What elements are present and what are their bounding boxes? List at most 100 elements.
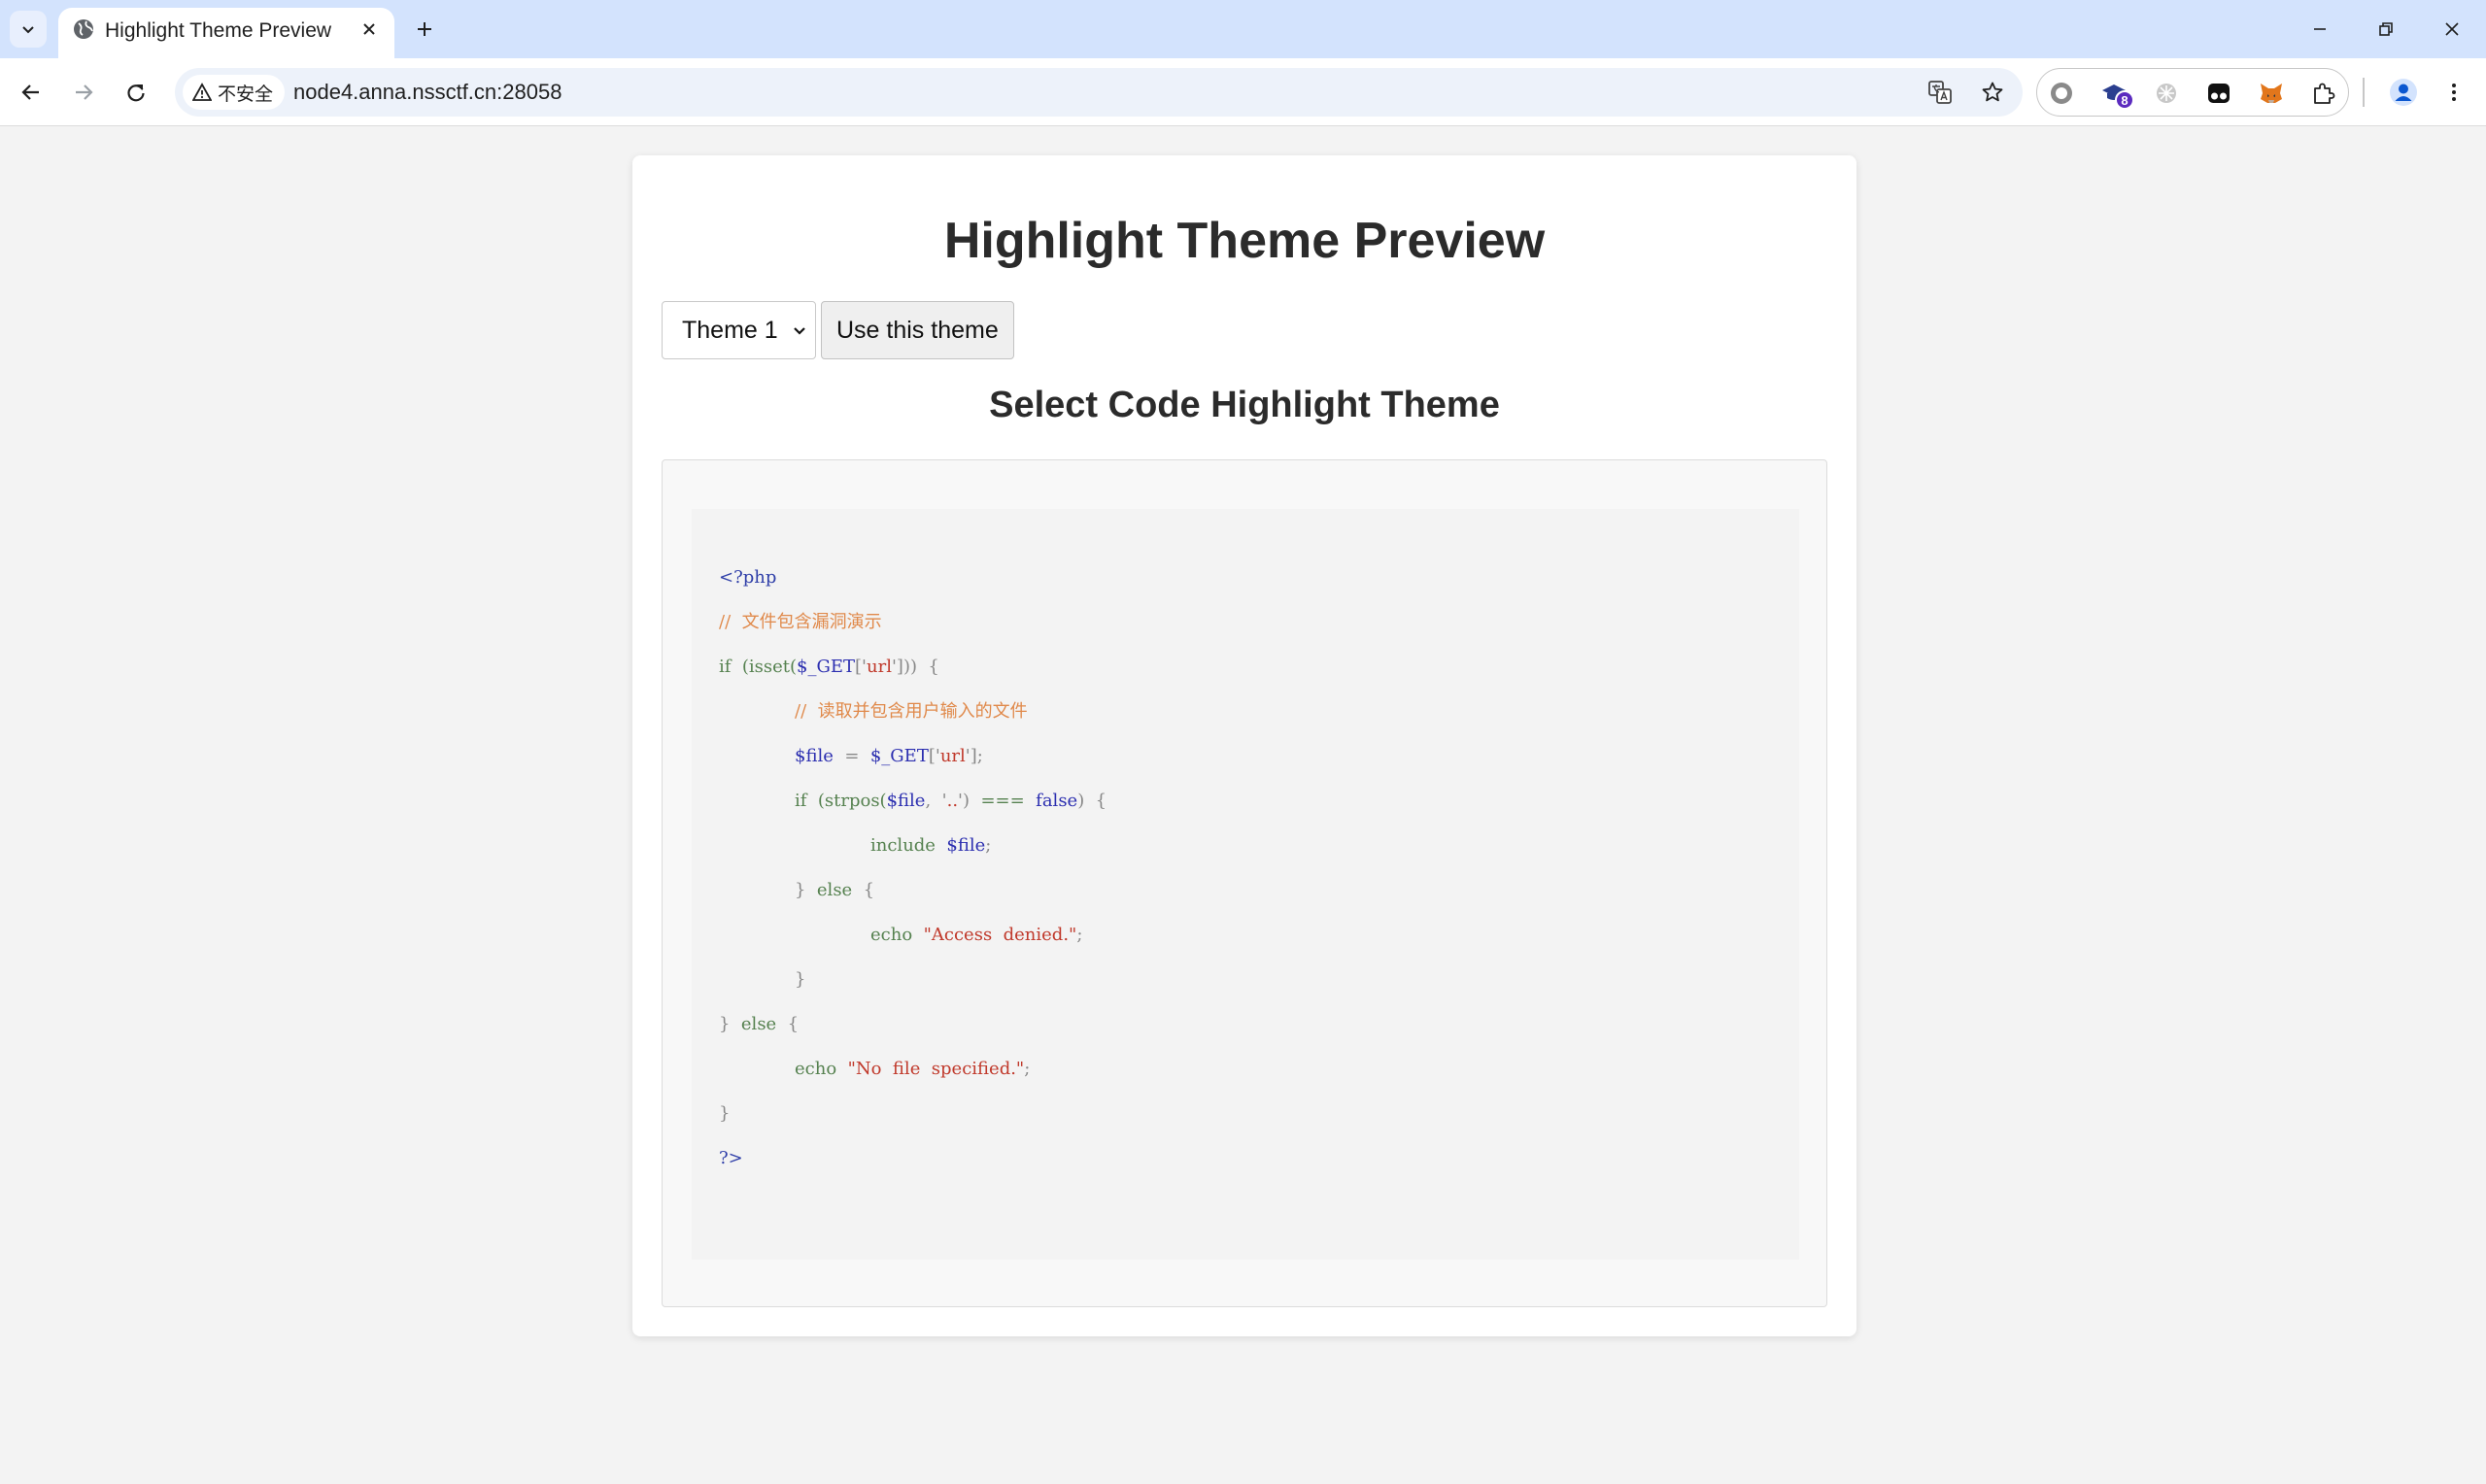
code-preview-container: <?php // 文件包含漏洞演示 if (isset($_GET['url']… bbox=[662, 459, 1827, 1307]
code-token: '])) { bbox=[891, 657, 939, 677]
extension-badge: 8 bbox=[2115, 90, 2134, 110]
forward-button[interactable] bbox=[64, 73, 103, 112]
php-close-tag: ?> bbox=[719, 1148, 743, 1168]
code-token: ; bbox=[1076, 925, 1083, 945]
code-token: ) { bbox=[1077, 791, 1107, 811]
code-token: } bbox=[719, 1103, 731, 1124]
minimize-icon bbox=[2314, 28, 2326, 30]
code-token: ; bbox=[985, 835, 992, 856]
network-icon bbox=[2157, 84, 2176, 103]
code-line: $file = $_GET['url']; bbox=[719, 734, 1107, 779]
code-lines: <?php // 文件包含漏洞演示 if (isset($_GET['url']… bbox=[719, 556, 1107, 1181]
address-bar[interactable]: 不安全 node4.anna.nssctf.cn:28058 bbox=[175, 68, 2023, 117]
avatar-icon bbox=[2390, 79, 2417, 106]
code-constant: false bbox=[1024, 791, 1078, 811]
close-icon bbox=[2445, 22, 2459, 36]
extension-tampermonkey-button[interactable] bbox=[2202, 77, 2235, 110]
code-line: // 读取并包含用户输入的文件 bbox=[719, 690, 1107, 734]
extensions-menu-button[interactable] bbox=[2307, 77, 2340, 110]
chevron-down-icon bbox=[794, 327, 805, 335]
translate-button[interactable] bbox=[1924, 76, 1957, 109]
code-variable: $file bbox=[795, 746, 834, 766]
arrow-left-icon bbox=[21, 84, 39, 100]
reload-button[interactable] bbox=[117, 73, 155, 112]
code-line: } bbox=[719, 1092, 1107, 1136]
php-open-tag: <?php bbox=[719, 567, 777, 588]
theme-select[interactable]: Theme 1 bbox=[662, 301, 816, 359]
url-text: node4.anna.nssctf.cn:28058 bbox=[293, 80, 562, 104]
code-variable: $_GET bbox=[869, 746, 929, 766]
reload-icon bbox=[127, 84, 145, 102]
code-token: , ' bbox=[925, 791, 947, 811]
code-line: include $file; bbox=[719, 824, 1107, 868]
theme-select-value: Theme 1 bbox=[682, 316, 778, 344]
preview-card: Highlight Theme Preview Theme 1 Use this… bbox=[632, 155, 1856, 1336]
code-string: "Access denied." bbox=[912, 925, 1077, 945]
restore-button[interactable] bbox=[2365, 8, 2407, 51]
code-keyword: echo bbox=[795, 1059, 837, 1079]
extension-record-button[interactable] bbox=[2045, 77, 2078, 110]
new-tab-button[interactable] bbox=[408, 13, 441, 46]
code-comment: // 读取并包含用户输入的文件 bbox=[795, 701, 1028, 722]
code-line: if (isset($_GET['url'])) { bbox=[719, 645, 1107, 690]
code-line: } else { bbox=[719, 1002, 1107, 1047]
active-tab[interactable]: Highlight Theme Preview bbox=[58, 8, 394, 58]
plus-icon bbox=[418, 22, 431, 36]
code-token: [' bbox=[928, 746, 940, 766]
restore-icon bbox=[2379, 22, 2393, 36]
page-title: Highlight Theme Preview bbox=[943, 213, 1546, 269]
code-token: (strpos( bbox=[806, 791, 887, 811]
fox-icon bbox=[2261, 84, 2282, 103]
tab-close-button[interactable] bbox=[356, 16, 383, 43]
code-string: url bbox=[939, 746, 966, 766]
browser-toolbar: 不安全 node4.anna.nssctf.cn:28058 8 bbox=[0, 58, 2486, 126]
profile-button[interactable] bbox=[2384, 73, 2423, 112]
use-theme-button[interactable]: Use this theme bbox=[821, 301, 1014, 359]
record-icon bbox=[2051, 83, 2072, 104]
code-token: } bbox=[795, 969, 806, 990]
code-keyword: else bbox=[740, 1014, 777, 1034]
star-icon bbox=[1982, 82, 2003, 102]
puzzle-icon bbox=[2314, 83, 2335, 104]
bookmark-button[interactable] bbox=[1976, 76, 2009, 109]
tab-strip: Highlight Theme Preview bbox=[0, 0, 2486, 58]
code-keyword: include bbox=[870, 835, 936, 856]
code-token: = bbox=[833, 746, 870, 766]
extension-network-button[interactable] bbox=[2150, 77, 2183, 110]
code-token: ; bbox=[1024, 1059, 1031, 1079]
security-chip[interactable]: 不安全 bbox=[183, 75, 286, 110]
code-variable: $file bbox=[886, 791, 926, 811]
code-string: url bbox=[867, 657, 892, 677]
translate-icon bbox=[1928, 81, 1952, 104]
code-line: ?> bbox=[719, 1136, 1107, 1181]
chevron-down-icon bbox=[22, 26, 34, 34]
code-token: { bbox=[776, 1014, 800, 1034]
code-variable: $file bbox=[935, 835, 986, 856]
toolbar-separator bbox=[2363, 78, 2365, 107]
code-line: } else { bbox=[719, 868, 1107, 913]
code-token: { bbox=[852, 880, 875, 900]
extension-metamask-button[interactable] bbox=[2255, 77, 2288, 110]
code-variable: $_GET bbox=[797, 657, 856, 677]
back-button[interactable] bbox=[12, 73, 51, 112]
code-line: echo "No file specified."; bbox=[719, 1047, 1107, 1092]
extensions-area: 8 bbox=[2036, 68, 2349, 117]
more-vertical-icon bbox=[2452, 84, 2456, 101]
minimize-button[interactable] bbox=[2299, 8, 2341, 51]
code-keyword: else bbox=[816, 880, 853, 900]
theme-controls: Theme 1 Use this theme bbox=[662, 301, 1014, 359]
arrow-right-icon bbox=[76, 84, 93, 100]
close-window-button[interactable] bbox=[2431, 8, 2473, 51]
code-token: (isset( bbox=[731, 657, 798, 677]
code-token: } bbox=[795, 880, 817, 900]
extension-hat-button[interactable]: 8 bbox=[2097, 77, 2134, 110]
code-token: [' bbox=[855, 657, 867, 677]
code-token: ']; bbox=[965, 746, 983, 766]
section-title: Select Code Highlight Theme bbox=[989, 385, 1500, 425]
tab-search-button[interactable] bbox=[10, 11, 47, 48]
code-line: // 文件包含漏洞演示 bbox=[719, 600, 1107, 645]
browser-menu-button[interactable] bbox=[2435, 73, 2473, 112]
code-comment: // 文件包含漏洞演示 bbox=[719, 612, 882, 632]
code-token: ') bbox=[958, 791, 981, 811]
code-token: } bbox=[719, 1014, 741, 1034]
